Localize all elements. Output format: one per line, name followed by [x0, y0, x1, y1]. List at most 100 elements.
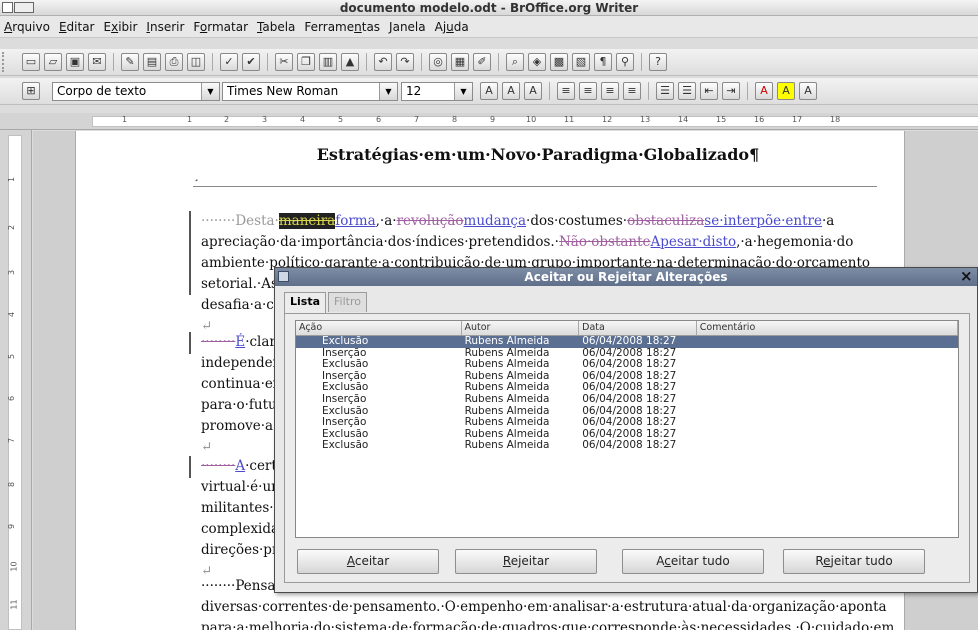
chevron-down-icon[interactable]: ▼ — [379, 83, 397, 100]
column-header-comentario[interactable]: Comentário — [697, 321, 958, 335]
menu-editar[interactable]: Editar — [59, 20, 95, 34]
numbering-icon[interactable]: ☰ — [656, 82, 674, 100]
decrease-indent-icon[interactable]: ⇤ — [700, 82, 718, 100]
reject-button[interactable]: Rejeitar — [455, 549, 597, 574]
horizontal-ruler[interactable]: 1 1 2 3 4 5 6 7 8 9 10 11 12 13 14 15 16… — [32, 113, 978, 130]
paragraph-style-select[interactable]: Corpo de texto ▼ — [52, 82, 220, 101]
menu-ferramentas[interactable]: Ferramentas — [304, 20, 380, 34]
paste-icon[interactable]: ▥ — [319, 53, 337, 71]
font-name-select[interactable]: Times New Roman ▼ — [222, 82, 398, 101]
copy-icon[interactable]: ❐ — [297, 53, 315, 71]
justify-icon[interactable]: ≡ — [623, 82, 641, 100]
chevron-down-icon[interactable]: ▼ — [454, 83, 472, 100]
ruler-tick: 9 — [490, 115, 496, 124]
zoom-icon[interactable]: ⚲ — [616, 53, 634, 71]
cell-comment — [697, 371, 958, 383]
print-icon[interactable]: ⎙ — [165, 53, 183, 71]
redo-icon[interactable]: ↷ — [396, 53, 414, 71]
highlight-icon[interactable]: A — [777, 82, 795, 100]
edit-file-icon[interactable]: ✎ — [121, 53, 139, 71]
accept-button[interactable]: Aceitar — [297, 549, 439, 574]
ruler-corner-tab-selector[interactable] — [0, 113, 32, 130]
table-row[interactable]: Exclusão Rubens Almeida 06/04/2008 18:27 — [296, 359, 958, 371]
changes-list[interactable]: Ação Autor Data Comentário Exclusão Ruben… — [295, 320, 959, 538]
font-size-select[interactable]: 12 ▼ — [401, 82, 473, 101]
menu-tabela[interactable]: Tabela — [257, 20, 295, 34]
standard-toolbar: ▭ ▱ ▣ ✉ ✎ ▤ ⎙ ◫ ✓ ✔ ✂ ❐ ▥ ▲ ↶ ↷ ◎ ▦ ✐ ⌕ … — [0, 49, 978, 76]
dialog-buttons: Aceitar Rejeitar Aceitar tudo Rejeitar t… — [285, 549, 971, 575]
cell-action: Exclusão — [322, 405, 369, 417]
cut-icon[interactable]: ✂ — [275, 53, 293, 71]
column-header-data[interactable]: Data — [579, 321, 697, 335]
toolbar-separator — [549, 82, 550, 100]
table-row[interactable]: Exclusão Rubens Almeida 06/04/2008 18:27 — [296, 382, 958, 394]
ruler-tick: 11 — [9, 599, 19, 610]
align-center-icon[interactable]: ≡ — [579, 82, 597, 100]
align-left-icon[interactable]: ≡ — [557, 82, 575, 100]
table-row[interactable]: Inserção Rubens Almeida 06/04/2008 18:27 — [296, 417, 958, 429]
menu-janela[interactable]: Janela — [389, 20, 426, 34]
close-icon[interactable]: × — [960, 269, 973, 284]
draw-icon[interactable]: ✐ — [473, 53, 491, 71]
bullets-icon[interactable]: ☰ — [678, 82, 696, 100]
save-icon[interactable]: ▣ — [66, 53, 84, 71]
menu-exibir[interactable]: Exibir — [104, 20, 138, 34]
hyperlink-icon[interactable]: ◎ — [429, 53, 447, 71]
ruler-tick: 2 — [224, 115, 230, 124]
mail-icon[interactable]: ✉ — [88, 53, 106, 71]
change-bar — [189, 332, 191, 354]
menu-inserir[interactable]: Inserir — [146, 20, 184, 34]
toolbar-grip[interactable] — [2, 52, 8, 72]
increase-indent-icon[interactable]: ⇥ — [722, 82, 740, 100]
table-row[interactable]: Exclusão Rubens Almeida 06/04/2008 18:27 — [296, 406, 958, 418]
tab-lista[interactable]: Lista — [284, 292, 327, 314]
table-icon[interactable]: ▦ — [451, 53, 469, 71]
menu-formatar[interactable]: Formatar — [193, 20, 248, 34]
background-color-icon[interactable]: A — [799, 82, 817, 100]
cell-date: 06/04/2008 18:27 — [582, 428, 677, 440]
column-header-autor[interactable]: Autor — [462, 321, 580, 335]
reject-all-button[interactable]: Rejeitar tudo — [783, 549, 925, 574]
vertical-ruler[interactable]: 1 2 3 4 5 6 7 8 9 10 11 — [0, 130, 32, 630]
print-preview-icon[interactable]: ◫ — [187, 53, 205, 71]
table-row[interactable]: Inserção Rubens Almeida 06/04/2008 18:27 — [296, 394, 958, 406]
table-row[interactable]: Inserção Rubens Almeida 06/04/2008 18:27 — [296, 348, 958, 360]
table-row[interactable]: Inserção Rubens Almeida 06/04/2008 18:27 — [296, 371, 958, 383]
table-row[interactable]: Exclusão Rubens Almeida 06/04/2008 18:27 — [296, 429, 958, 441]
cell-action: Exclusão — [322, 336, 369, 347]
bold-icon[interactable]: A — [480, 82, 498, 100]
find-replace-icon[interactable]: ⌕ — [506, 53, 524, 71]
open-icon[interactable]: ▱ — [44, 53, 62, 71]
table-row[interactable]: Exclusão Rubens Almeida 06/04/2008 18:27 — [296, 336, 958, 348]
cell-comment — [697, 359, 958, 371]
italic-icon[interactable]: A — [502, 82, 520, 100]
format-paintbrush-icon[interactable]: ▲ — [341, 53, 359, 71]
table-row[interactable]: Exclusão Rubens Almeida 06/04/2008 18:27 — [296, 440, 958, 452]
autospell-icon[interactable]: ✔ — [242, 53, 260, 71]
styles-formatting-icon[interactable]: ⊞ — [22, 82, 40, 100]
dialog-title-bar[interactable]: Aceitar ou Rejeitar Alterações — [275, 268, 977, 286]
dialog-title: Aceitar ou Rejeitar Alterações — [524, 270, 728, 284]
nonprinting-chars-icon[interactable]: ¶ — [594, 53, 612, 71]
underline-icon[interactable]: A — [524, 82, 542, 100]
export-pdf-icon[interactable]: ▤ — [143, 53, 161, 71]
cell-author: Rubens Almeida — [464, 370, 550, 382]
tab-filtro[interactable]: Filtro — [328, 292, 367, 312]
spellcheck-icon[interactable]: ✓ — [220, 53, 238, 71]
chevron-down-icon[interactable]: ▼ — [201, 83, 219, 100]
navigator-icon[interactable]: ◈ — [528, 53, 546, 71]
ruler-tick: 8 — [452, 115, 458, 124]
gallery-icon[interactable]: ▩ — [550, 53, 568, 71]
datasource-icon[interactable]: ▧ — [572, 53, 590, 71]
new-doc-icon[interactable]: ▭ — [22, 53, 40, 71]
align-right-icon[interactable]: ≡ — [601, 82, 619, 100]
accept-all-button[interactable]: Aceitar tudo — [622, 549, 764, 574]
column-header-acao[interactable]: Ação — [296, 321, 462, 335]
help-icon[interactable]: ? — [649, 53, 667, 71]
menu-ajuda[interactable]: Ajuda — [435, 20, 469, 34]
cell-comment — [697, 417, 958, 429]
ruler-tick: 15 — [716, 115, 727, 124]
font-color-icon[interactable]: A — [755, 82, 773, 100]
undo-icon[interactable]: ↶ — [374, 53, 392, 71]
menu-arquivo[interactable]: Arquivo — [4, 20, 50, 34]
